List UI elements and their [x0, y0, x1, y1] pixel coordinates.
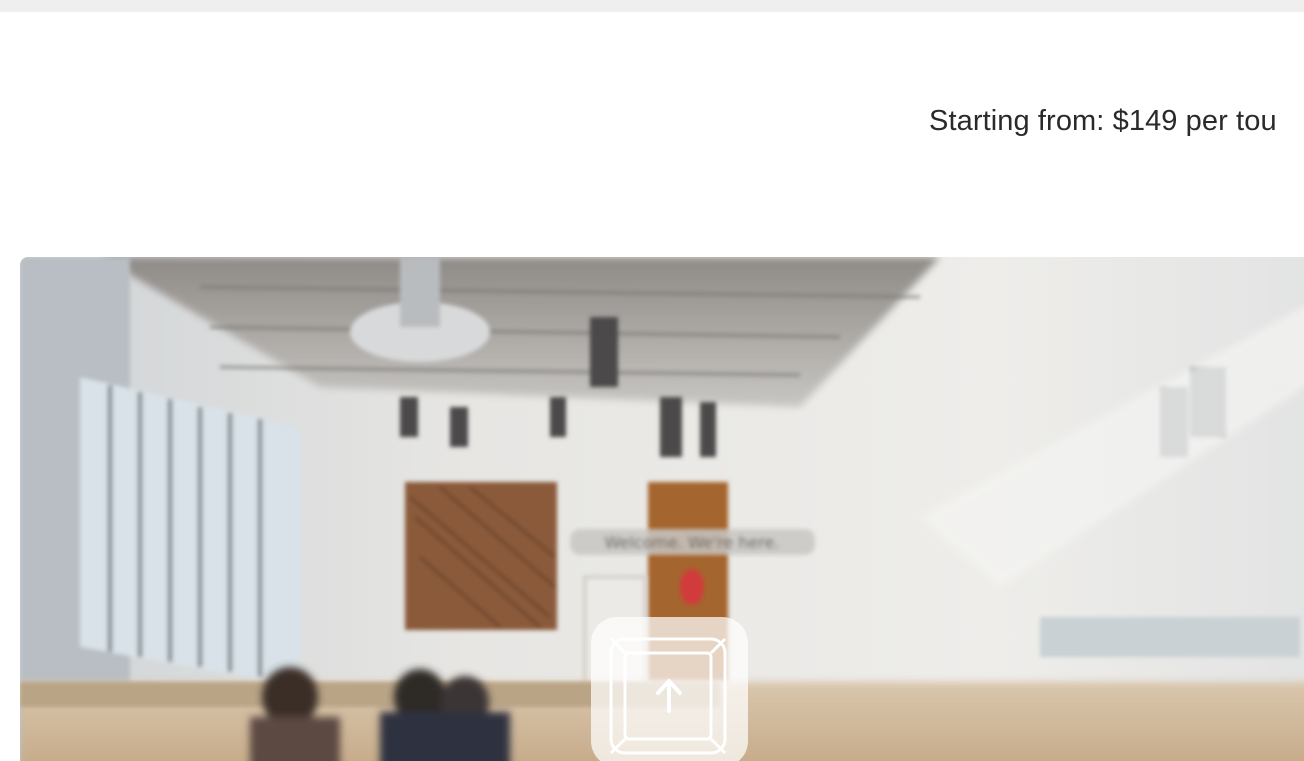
browser-top-bar: [0, 0, 1304, 12]
share-upload-icon: [609, 637, 727, 755]
welcome-sign-text: Welcome. We're here.: [605, 533, 780, 552]
share-button[interactable]: [591, 617, 748, 761]
starting-price-text: Starting from: $149 per tou: [929, 105, 1277, 137]
page: Starting from: $149 per tou Welcome. We'…: [0, 0, 1304, 761]
